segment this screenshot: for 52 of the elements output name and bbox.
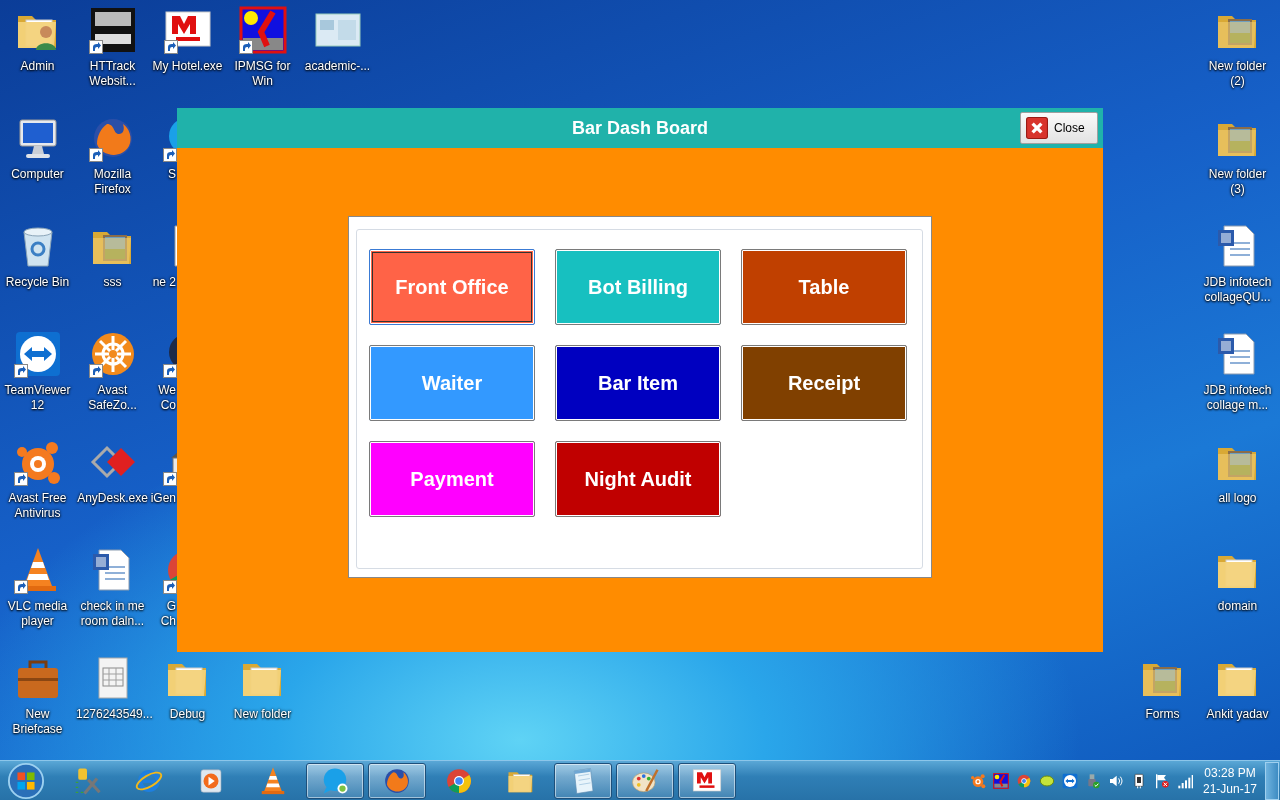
desktop-icon-label[interactable]: iGen <box>150 491 176 506</box>
taskbar-button[interactable] <box>368 762 426 799</box>
desktop-icon-label[interactable]: New Briefcase <box>1 707 74 737</box>
windows-orb-icon <box>7 761 45 800</box>
desktop-icon-label[interactable]: Forms <box>1145 707 1180 722</box>
window-title: Bar Dash Board <box>571 117 708 139</box>
close-button[interactable]: Close <box>1020 112 1098 144</box>
dashboard-button[interactable]: Night Audit <box>555 441 721 517</box>
close-icon <box>1026 117 1048 139</box>
flag-icon[interactable] <box>1153 772 1170 789</box>
desktop-icon-label[interactable]: academic-... <box>304 59 371 74</box>
desktop-icon-label[interactable]: Mozilla Firefox <box>76 167 149 197</box>
desktop-icon-label[interactable]: Ankit yadav <box>1206 707 1269 722</box>
desktop-icon-label[interactable]: all logo <box>1218 491 1257 506</box>
clock-time[interactable]: 03:28 PM <box>1204 764 1256 781</box>
desktop-icon-label[interactable]: Admin <box>20 59 55 74</box>
desktop-icon-label[interactable]: G Ch <box>150 599 176 629</box>
signal-bars-icon[interactable] <box>1176 772 1193 789</box>
app-tile-icon[interactable] <box>88 6 137 54</box>
desktop-icon-label[interactable]: check in me room daln... <box>76 599 149 629</box>
dashboard-button[interactable]: Receipt <box>741 345 907 421</box>
desktop-icon-label[interactable]: TeamViewer 12 <box>1 383 74 413</box>
dashboard-button[interactable]: Bar Item <box>555 345 721 421</box>
double-arrow-icon[interactable] <box>1061 772 1078 789</box>
desktop-icon-label[interactable]: JDB infotech collageQU... <box>1201 275 1274 305</box>
desktop-icon-label[interactable]: HTTrack Websit... <box>76 59 149 89</box>
desktop-icon-label[interactable]: Computer <box>11 167 64 182</box>
desktop-icon-label[interactable]: JDB infotech collage m... <box>1201 383 1274 413</box>
desktop-icon-label[interactable]: AnyDesk.exe <box>77 491 148 506</box>
desktop-icon-label[interactable]: S <box>150 167 176 182</box>
desktop-icon-label[interactable]: New folder (3) <box>1201 167 1274 197</box>
desktop-icon-label[interactable]: Debug <box>169 707 206 722</box>
desktop-icon-label[interactable]: New folder (2) <box>1201 59 1274 89</box>
dashboard-button[interactable]: Payment <box>369 441 535 517</box>
desktop-icon-label[interactable]: IPMSG for Win <box>226 59 299 89</box>
taskbar-button[interactable] <box>306 762 364 799</box>
desktop-icon-label[interactable]: VLC media player <box>1 599 74 629</box>
lime-icon[interactable] <box>1038 772 1055 789</box>
clock-date[interactable]: 21-Jun-17 <box>1202 780 1257 797</box>
desktop-icon-label[interactable]: We Co <box>150 383 176 413</box>
taskbar-button[interactable] <box>616 762 674 799</box>
taskbar-button[interactable] <box>554 762 612 799</box>
avast-splat-icon[interactable] <box>969 772 986 789</box>
dashboard-button[interactable]: Table <box>741 249 907 325</box>
desktop-icon-label[interactable]: ne 2 <box>150 275 176 290</box>
desktop-icon-label[interactable]: Avast Free Antivirus <box>1 491 74 521</box>
desktop-icon-label[interactable]: My Hotel.exe <box>152 59 223 74</box>
desktop-icon-label[interactable]: domain <box>1217 599 1258 614</box>
desktop-icon-label[interactable]: Recycle Bin <box>5 275 70 290</box>
desktop-icon-label[interactable]: Avast SafeZo... <box>76 383 149 413</box>
taskbar-button[interactable] <box>678 762 736 799</box>
desktop-icon-label[interactable]: sss <box>103 275 122 290</box>
